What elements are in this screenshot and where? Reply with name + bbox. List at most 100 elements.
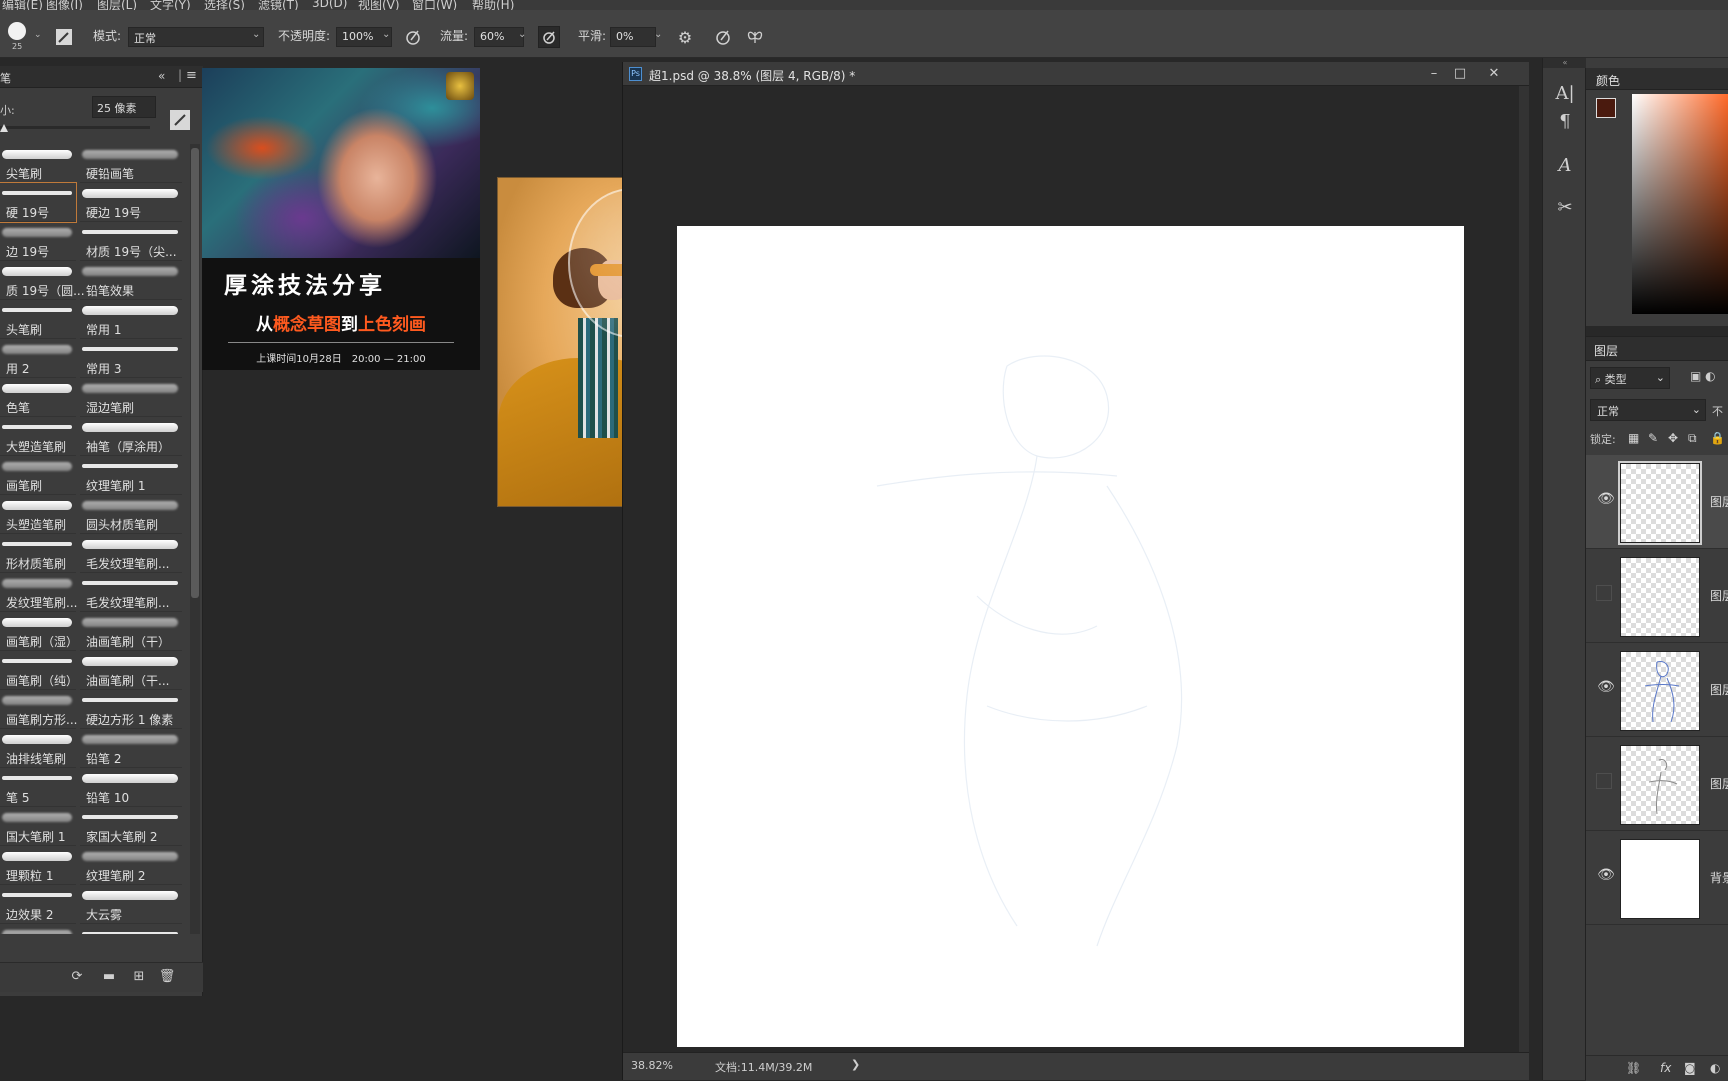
smoothing-field[interactable]: 0% (610, 27, 656, 47)
brush-preset-item[interactable]: #####MAXH... (80, 924, 182, 934)
canvas[interactable] (677, 226, 1464, 1047)
brush-preset-item[interactable]: 头塑造笔刷 (0, 495, 76, 534)
brush-preset-item[interactable]: 纹理笔刷 1 (80, 456, 182, 495)
lock-position-move-icon[interactable]: ✥ (1668, 431, 1678, 445)
brush-preset-item[interactable]: 油画笔刷（干） (80, 612, 182, 651)
menu-filter[interactable]: 滤镜(T) (258, 0, 299, 10)
collapse-panel-icon[interactable]: « (158, 69, 165, 83)
brush-settings-toggle-icon[interactable] (53, 26, 75, 48)
delete-trash-icon[interactable]: 🗑 (158, 969, 176, 987)
reference-poster-image[interactable]: 厚涂技法分享 从概念草图到上色刻画 上课时间10月28日 20:00 — 21:… (202, 68, 480, 370)
paragraph-panel-icon[interactable]: ¶ (1551, 108, 1579, 136)
layer-row[interactable]: 图层 (1586, 737, 1728, 831)
brush-preset-item[interactable]: 铅笔 10 (80, 768, 182, 807)
layer-name[interactable]: 图层 (1710, 587, 1728, 604)
brush-preset-item[interactable]: 尖笔刷 (0, 144, 76, 183)
menu-select[interactable]: 选择(S) (204, 0, 245, 10)
brush-preset-item[interactable]: 纹理笔刷 2 (80, 846, 182, 885)
brush-preset-item[interactable]: 硬边 19号 (80, 183, 182, 222)
layer-name[interactable]: 图层 (1710, 681, 1728, 698)
brush-size-field[interactable]: 25 像素 (92, 96, 156, 118)
document-tab[interactable]: Ps 超1.psd @ 38.8% (图层 4, RGB/8) * – □ ✕ (623, 62, 1529, 86)
brush-preset-item[interactable]: 硬边方形 1 像素 (80, 690, 182, 729)
brush-preset-item[interactable]: 的魔法 3线 (0, 924, 76, 934)
brush-preset-item[interactable]: 常用 1 (80, 300, 182, 339)
brush-preset-item[interactable]: 袖笔（厚涂用） (80, 417, 182, 456)
mode-dropdown-icon[interactable]: ⌄ (252, 29, 260, 40)
brush-preset-item[interactable]: 质 19号（圆... (0, 261, 85, 300)
brush-preset-item[interactable]: 硬 19号 (0, 182, 77, 223)
new-group-folder-icon[interactable]: ▬ (100, 969, 118, 987)
brush-preset-item[interactable]: 毛发纹理笔刷... (80, 573, 182, 612)
menu-3d[interactable]: 3D(D) (312, 0, 347, 10)
brush-preset-item[interactable]: 画笔刷（纯） (0, 651, 78, 690)
menu-layer[interactable]: 图层(L) (97, 0, 137, 10)
eye-icon[interactable]: 👁 (1596, 679, 1616, 699)
brush-preset-item[interactable]: 画笔刷方形... (0, 690, 77, 729)
status-menu-arrow-icon[interactable]: ❯ (851, 1058, 860, 1071)
menu-image[interactable]: 图像(I) (46, 0, 83, 10)
foreground-color-swatch[interactable] (1596, 98, 1616, 118)
layers-panel-tab[interactable]: 图层 (1586, 337, 1728, 361)
opacity-dropdown-icon[interactable]: ⌄ (382, 29, 390, 40)
glyphs-panel-icon[interactable]: A (1551, 152, 1579, 180)
brush-preset-item[interactable]: 形材质笔刷 (0, 534, 76, 573)
layer-name[interactable]: 图层 (1710, 493, 1728, 510)
color-spectrum-picker[interactable] (1632, 94, 1728, 314)
brush-preset-dropdown-icon[interactable]: ⌄ (34, 30, 42, 40)
menu-help[interactable]: 帮助(H) (472, 0, 514, 10)
brush-preset-item[interactable]: 国大笔刷 1 (0, 807, 76, 846)
adjustment-layer-icon[interactable]: ◐ (1710, 1061, 1720, 1075)
zoom-level[interactable]: 38.82% (631, 1059, 673, 1072)
brush-preset-item[interactable]: 头笔刷 (0, 300, 76, 339)
minimize-icon[interactable]: – (1425, 65, 1443, 83)
layer-name[interactable]: 背景 (1710, 869, 1728, 886)
layer-thumbnail[interactable] (1620, 651, 1700, 731)
lock-image-brush-icon[interactable]: ✎ (1648, 431, 1658, 445)
visibility-toggle-empty[interactable] (1596, 585, 1612, 601)
brush-list-scroll-thumb[interactable] (191, 148, 199, 598)
maximize-icon[interactable]: □ (1451, 65, 1469, 83)
character-panel-icon[interactable]: A| (1551, 80, 1579, 108)
brush-preset-icon[interactable] (8, 22, 26, 40)
lock-all-icon[interactable]: 🔒 (1710, 431, 1725, 445)
add-mask-icon[interactable]: ◙ (1684, 1061, 1696, 1075)
eye-icon[interactable]: 👁 (1596, 867, 1616, 887)
gear-icon[interactable]: ⚙ (674, 26, 696, 48)
layer-name[interactable]: 图层 (1710, 775, 1728, 792)
brush-preset-item[interactable]: 画笔刷（湿） (0, 612, 78, 651)
brush-preset-item[interactable]: 笔 5 (0, 768, 76, 807)
brush-preset-item[interactable]: 毛发纹理笔刷... (80, 534, 182, 573)
mode-select[interactable]: 正常 (128, 27, 264, 47)
airbrush-icon[interactable] (538, 26, 560, 48)
layer-row[interactable]: 图层 (1586, 549, 1728, 643)
document-vertical-scrollbar[interactable] (1519, 86, 1529, 1052)
brush-panel-tab[interactable]: 笔 (0, 70, 11, 86)
pressure-size-icon[interactable] (712, 26, 734, 48)
brush-size-slider-handle[interactable] (0, 122, 8, 132)
symmetry-butterfly-icon[interactable] (744, 26, 766, 48)
toggle-brush-settings-icon[interactable]: ⟳ (68, 969, 86, 987)
smoothing-dropdown-icon[interactable]: ⌄ (654, 29, 662, 40)
brush-preset-item[interactable]: 理颗粒 1 (0, 846, 76, 885)
layer-thumbnail[interactable] (1620, 745, 1700, 825)
layer-filter-select[interactable]: ⌕ 类型 ⌄ (1590, 367, 1670, 389)
menu-view[interactable]: 视图(V) (358, 0, 400, 10)
menu-edit[interactable]: 编辑(E) (2, 0, 43, 10)
layer-thumbnail[interactable] (1618, 461, 1702, 545)
new-brush-icon[interactable]: ⊞ (130, 969, 148, 987)
brush-preset-item[interactable]: 油排线笔刷 (0, 729, 76, 768)
brush-preset-item[interactable]: 常用 3 (80, 339, 182, 378)
layer-thumbnail[interactable] (1620, 557, 1700, 637)
brush-preset-item[interactable]: 圆头材质笔刷 (80, 495, 182, 534)
visibility-toggle-empty[interactable] (1596, 773, 1612, 789)
brush-preset-item[interactable]: 大塑造笔刷 (0, 417, 76, 456)
flow-dropdown-icon[interactable]: ⌄ (518, 29, 526, 40)
menu-window[interactable]: 窗口(W) (412, 0, 457, 10)
brush-preset-item[interactable]: 家国大笔刷 2 (80, 807, 182, 846)
link-layers-icon[interactable]: ⛓ (1626, 1061, 1641, 1075)
layer-row[interactable]: 👁 图层 (1586, 455, 1728, 549)
layer-thumbnail[interactable] (1620, 839, 1700, 919)
brush-preset-item[interactable]: 边效果 2 (0, 885, 76, 924)
flow-field[interactable]: 60% (474, 27, 524, 47)
